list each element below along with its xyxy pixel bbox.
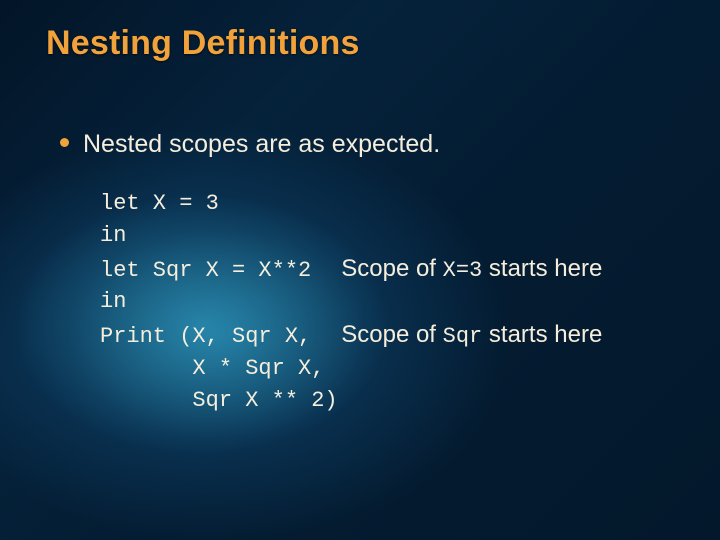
code-text: let Sqr X = X**2 xyxy=(100,255,311,287)
code-text: let X = 3 xyxy=(100,188,219,220)
annotation-pre: Scope of xyxy=(341,255,442,282)
annotation-code: Sqr xyxy=(443,324,483,349)
slide-title: Nesting Definitions xyxy=(46,24,360,63)
code-line: let Sqr X = X**2 Scope of X=3 starts her… xyxy=(100,252,680,287)
code-text: Print (X, Sqr X, xyxy=(100,321,311,353)
annotation-post: starts here xyxy=(482,321,602,348)
code-text: Sqr X ** 2) xyxy=(100,385,338,417)
code-line: let X = 3 xyxy=(100,188,680,220)
slide: Nesting Definitions Nested scopes are as… xyxy=(0,0,720,540)
code-block: let X = 3 in let Sqr X = X**2 Scope of X… xyxy=(100,188,680,417)
code-line: Print (X, Sqr X, Scope of Sqr starts her… xyxy=(100,318,680,353)
annotation-code: X=3 xyxy=(443,258,483,283)
bullet-text: Nested scopes are as expected. xyxy=(83,128,440,162)
code-text: in xyxy=(100,220,126,252)
annotation-post: starts here xyxy=(482,255,602,282)
code-text: X * Sqr X, xyxy=(100,353,324,385)
code-text: in xyxy=(100,286,126,318)
slide-body: Nested scopes are as expected. let X = 3… xyxy=(60,128,680,417)
annotation: Scope of X=3 starts here xyxy=(341,252,602,287)
code-line: X * Sqr X, xyxy=(100,353,680,385)
bullet-item: Nested scopes are as expected. xyxy=(60,128,680,162)
annotation-pre: Scope of xyxy=(341,321,442,348)
code-line: Sqr X ** 2) xyxy=(100,385,680,417)
bullet-dot-icon xyxy=(60,138,69,147)
code-line: in xyxy=(100,220,680,252)
code-line: in xyxy=(100,286,680,318)
annotation: Scope of Sqr starts here xyxy=(341,318,602,353)
